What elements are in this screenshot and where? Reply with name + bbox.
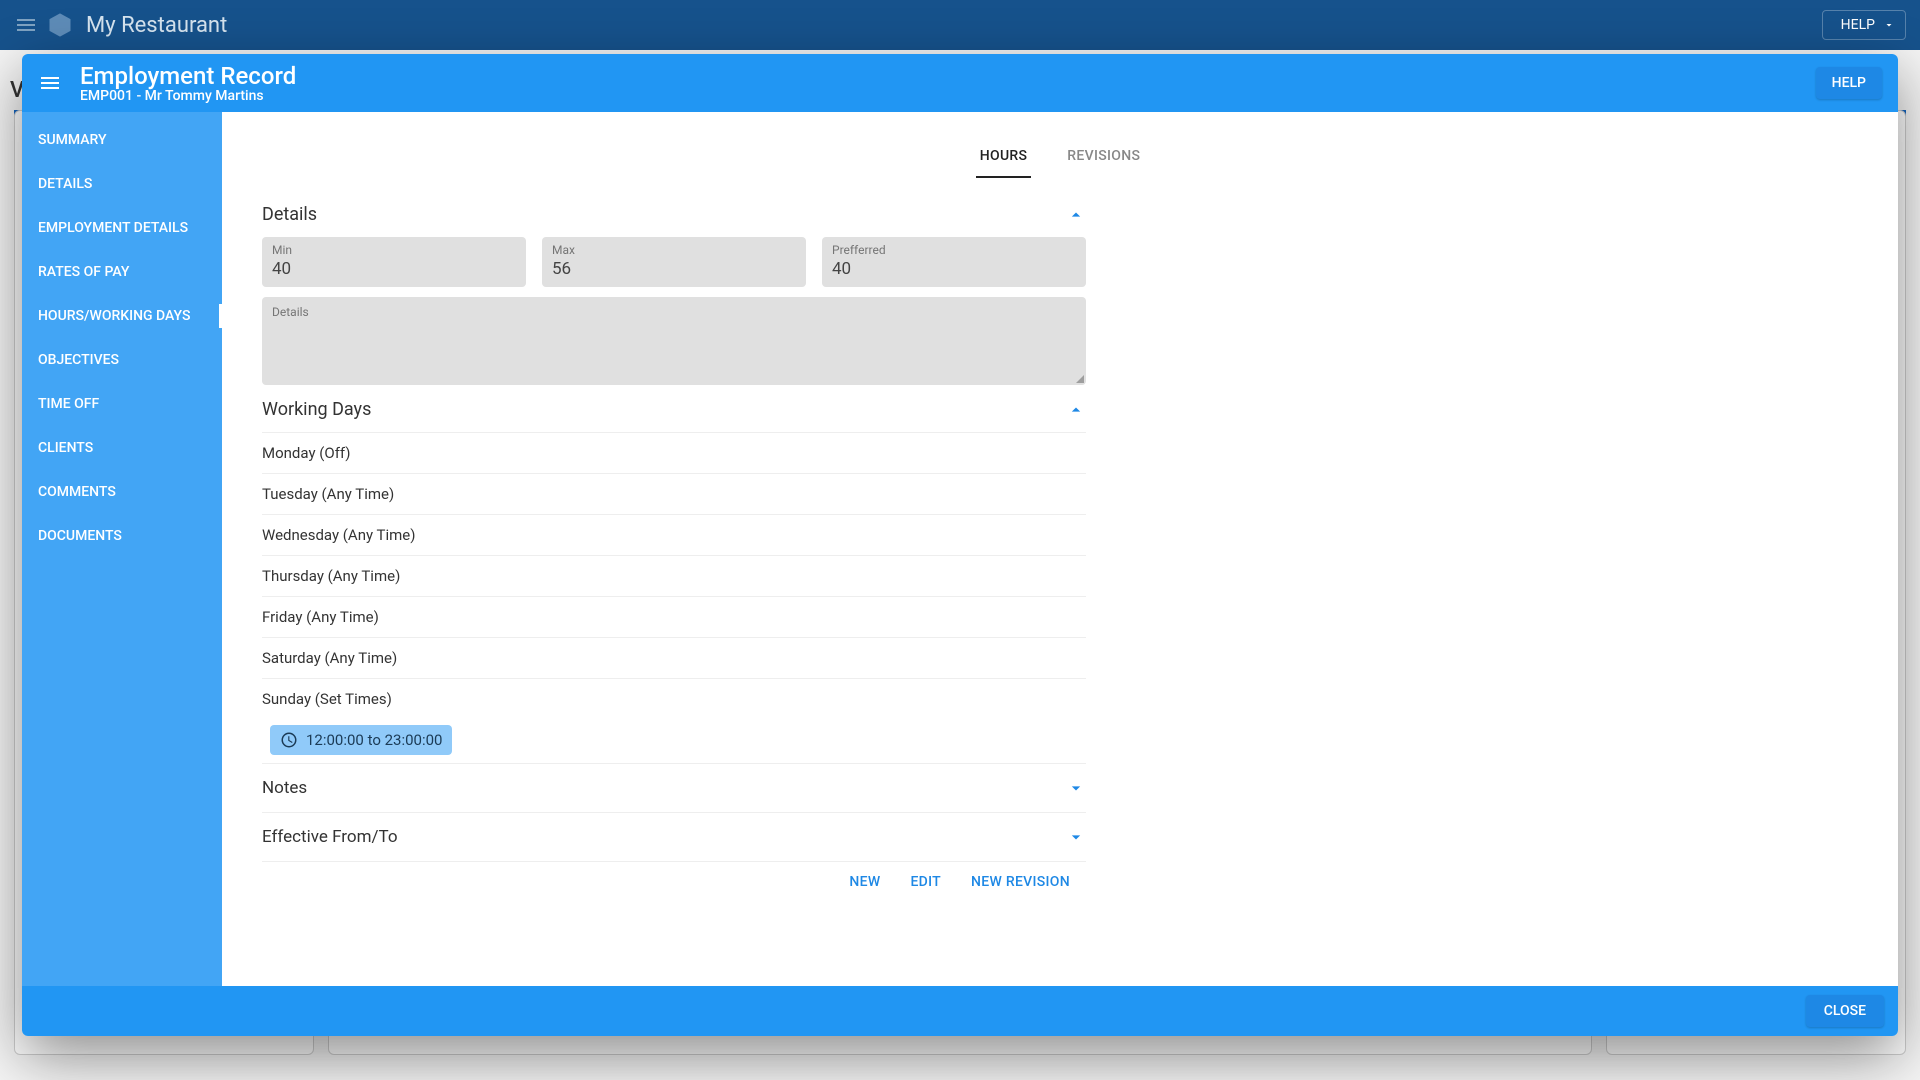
preferred-field[interactable]: Prefferred 40 xyxy=(822,237,1086,287)
max-value: 56 xyxy=(552,259,796,279)
menu-icon[interactable] xyxy=(14,13,38,37)
chevron-down-icon[interactable] xyxy=(1066,827,1086,847)
details-textarea-label: Details xyxy=(272,305,1076,319)
dialog-sidebar: SUMMARY DETAILS EMPLOYMENT DETAILS RATES… xyxy=(22,112,222,986)
sidebar-item-documents[interactable]: DOCUMENTS xyxy=(22,514,222,558)
content-tabs: HOURS REVISIONS xyxy=(222,112,1898,178)
sidebar-item-clients[interactable]: CLIENTS xyxy=(22,426,222,470)
sidebar-item-employment-details[interactable]: EMPLOYMENT DETAILS xyxy=(22,206,222,250)
clock-icon xyxy=(280,731,298,749)
preferred-label: Prefferred xyxy=(832,243,1076,257)
tab-hours[interactable]: HOURS xyxy=(976,136,1032,178)
day-item[interactable]: Tuesday (Any Time) xyxy=(262,474,1086,515)
section-details-title: Details xyxy=(262,204,317,225)
chevron-up-icon[interactable] xyxy=(1066,400,1086,420)
app-name: My Restaurant xyxy=(86,13,227,38)
min-field[interactable]: Min 40 xyxy=(262,237,526,287)
employment-record-dialog: Employment Record EMP001 - Mr Tommy Mart… xyxy=(22,54,1898,1036)
sidebar-item-details[interactable]: DETAILS xyxy=(22,162,222,206)
day-item[interactable]: Friday (Any Time) xyxy=(262,597,1086,638)
app-logo-icon xyxy=(46,11,74,39)
tab-revisions[interactable]: REVISIONS xyxy=(1063,136,1144,178)
time-range-chip[interactable]: 12:00:00 to 23:00:00 xyxy=(270,725,452,755)
max-label: Max xyxy=(552,243,796,257)
chevron-down-icon[interactable] xyxy=(1066,778,1086,798)
section-notes-header[interactable]: Notes xyxy=(262,764,1086,813)
dialog-title: Employment Record xyxy=(80,62,296,90)
section-notes-title: Notes xyxy=(262,778,307,798)
max-field[interactable]: Max 56 xyxy=(542,237,806,287)
sidebar-item-rates-of-pay[interactable]: RATES OF PAY xyxy=(22,250,222,294)
time-range-text: 12:00:00 to 23:00:00 xyxy=(306,731,442,749)
min-label: Min xyxy=(272,243,516,257)
preferred-value: 40 xyxy=(832,259,1076,279)
app-topbar: My Restaurant HELP xyxy=(0,0,1920,50)
section-working-days-header[interactable]: Working Days xyxy=(262,385,1086,432)
sidebar-item-hours-working-days[interactable]: HOURS/WORKING DAYS xyxy=(22,294,222,338)
day-item[interactable]: Sunday (Set Times) xyxy=(262,679,1086,719)
dialog-menu-icon[interactable] xyxy=(38,71,62,95)
edit-button[interactable]: EDIT xyxy=(910,874,941,890)
sidebar-item-time-off[interactable]: TIME OFF xyxy=(22,382,222,426)
dialog-subtitle: EMP001 - Mr Tommy Martins xyxy=(80,88,296,104)
section-effective-header[interactable]: Effective From/To xyxy=(262,813,1086,862)
day-item[interactable]: Monday (Off) xyxy=(262,433,1086,474)
day-item[interactable]: Saturday (Any Time) xyxy=(262,638,1086,679)
dialog-footer: CLOSE xyxy=(22,986,1898,1036)
new-button[interactable]: NEW xyxy=(849,874,880,890)
topbar-help-button[interactable]: HELP xyxy=(1822,10,1906,40)
min-value: 40 xyxy=(272,259,516,279)
section-details-header[interactable]: Details xyxy=(262,190,1086,237)
dialog-header: Employment Record EMP001 - Mr Tommy Mart… xyxy=(22,54,1898,112)
new-revision-button[interactable]: NEW REVISION xyxy=(971,874,1070,890)
dialog-help-button[interactable]: HELP xyxy=(1816,67,1882,99)
content-actions: NEW EDIT NEW REVISION xyxy=(262,862,1086,902)
sidebar-item-objectives[interactable]: OBJECTIVES xyxy=(22,338,222,382)
day-item[interactable]: Thursday (Any Time) xyxy=(262,556,1086,597)
section-effective-title: Effective From/To xyxy=(262,827,398,847)
caret-down-icon xyxy=(1883,19,1895,31)
sidebar-item-comments[interactable]: COMMENTS xyxy=(22,470,222,514)
working-days-list: Monday (Off) Tuesday (Any Time) Wednesda… xyxy=(262,432,1086,764)
section-working-days-title: Working Days xyxy=(262,399,371,420)
sidebar-item-summary[interactable]: SUMMARY xyxy=(22,118,222,162)
day-item[interactable]: Wednesday (Any Time) xyxy=(262,515,1086,556)
close-button[interactable]: CLOSE xyxy=(1806,995,1884,1027)
details-textarea[interactable]: Details xyxy=(262,297,1086,385)
topbar-help-label: HELP xyxy=(1841,17,1875,33)
resize-handle-icon[interactable] xyxy=(1076,375,1084,383)
dialog-content: HOURS REVISIONS Details Min 40 Max xyxy=(222,112,1898,986)
chevron-up-icon[interactable] xyxy=(1066,205,1086,225)
